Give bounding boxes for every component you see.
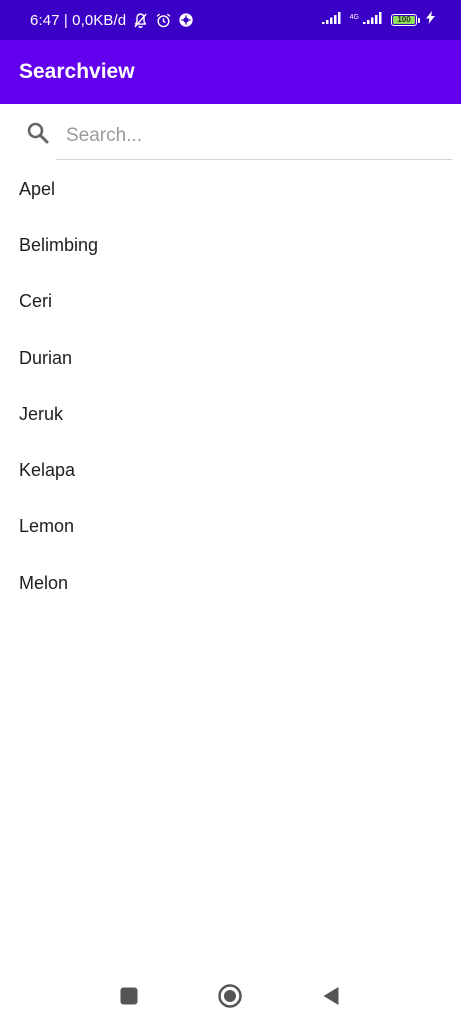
charging-icon [426, 11, 435, 29]
list-item[interactable]: Ceri [0, 273, 461, 329]
recents-square-icon[interactable] [120, 987, 138, 1005]
battery-icon: 100 [391, 14, 417, 26]
battery-tip [418, 17, 420, 23]
network-type-label: 4G [349, 14, 359, 21]
navigation-bar [0, 968, 461, 1024]
search-icon[interactable] [26, 121, 50, 145]
status-time-speed: 6:47 | 0,0KB/d [30, 11, 127, 29]
signal-4g-icon [363, 11, 385, 29]
status-bar: 6:47 | 0,0KB/d 4G 100 [0, 0, 461, 40]
app-notification-icon [178, 12, 194, 28]
list-item[interactable]: Kelapa [0, 442, 461, 498]
home-circle-icon[interactable] [217, 983, 243, 1009]
back-triangle-icon[interactable] [322, 986, 340, 1006]
alarm-icon [155, 12, 172, 29]
signal-icon [321, 11, 344, 29]
status-left: 6:47 | 0,0KB/d [30, 0, 194, 40]
list-item[interactable]: Durian [0, 330, 461, 386]
app-title: Searchview [19, 60, 135, 83]
list-item[interactable]: Jeruk [0, 386, 461, 442]
list-item[interactable]: Belimbing [0, 217, 461, 273]
fruit-list: Apel Belimbing Ceri Durian Jeruk Kelapa Lemon M… [0, 162, 461, 611]
list-item[interactable]: Apel [0, 162, 461, 217]
search-input[interactable] [56, 112, 452, 160]
mute-notifications-icon [132, 12, 149, 29]
battery-level: 100 [397, 15, 411, 24]
status-right: 4G 100 [321, 0, 435, 40]
app-bar: Searchview [0, 40, 461, 104]
list-item[interactable]: Lemon [0, 498, 461, 554]
list-item[interactable]: Melon [0, 555, 461, 611]
search-view[interactable] [0, 104, 461, 162]
